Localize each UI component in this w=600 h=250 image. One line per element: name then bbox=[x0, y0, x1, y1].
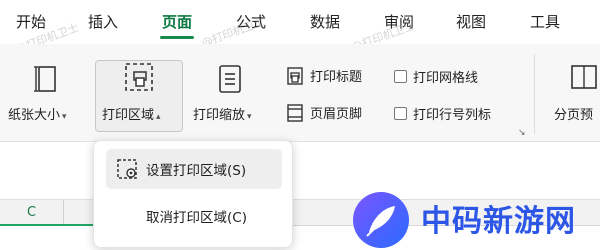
print-row-col-checkbox[interactable]: 打印行号列标 bbox=[394, 104, 491, 123]
print-scale-icon bbox=[219, 65, 241, 93]
print-area-dropdown-menu: 设置打印区域(S) 取消打印区域(C) bbox=[93, 140, 293, 248]
cancel-print-area-item[interactable]: 取消打印区域(C) bbox=[106, 196, 282, 236]
tab-page[interactable]: 页面 bbox=[162, 11, 192, 32]
print-scale-button[interactable]: 打印缩放 ▾ bbox=[188, 44, 276, 142]
chevron-up-icon: ▴ bbox=[156, 112, 161, 122]
header-footer-button[interactable]: 页眉页脚 bbox=[286, 103, 362, 122]
dialog-launcher-icon[interactable]: ↘ bbox=[518, 128, 526, 138]
cancel-print-area-label: 取消打印区域(C) bbox=[146, 210, 247, 226]
watermark-logo: 中码新游网 bbox=[353, 188, 600, 250]
set-print-area-icon bbox=[117, 159, 137, 179]
checkbox-box[interactable] bbox=[394, 70, 407, 83]
paper-size-label: 纸张大小 bbox=[8, 108, 61, 123]
tab-insert[interactable]: 插入 bbox=[88, 11, 118, 32]
page-break-preview-label: 分页预 bbox=[554, 108, 594, 123]
ribbon-tab-bar: 开始 插入 页面 公式 数据 审阅 视图 工具 @打印机卫士 @打印机卫士 @打… bbox=[0, 0, 600, 56]
feather-icon bbox=[366, 206, 395, 237]
active-tab-indicator bbox=[160, 36, 194, 39]
print-area-button[interactable]: 打印区域 ▴ bbox=[95, 44, 185, 142]
header-footer-label: 页眉页脚 bbox=[310, 107, 363, 122]
paper-size-icon bbox=[34, 66, 56, 92]
print-area-label: 打印区域 bbox=[102, 108, 155, 123]
print-title-label: 打印标题 bbox=[310, 70, 363, 85]
print-area-icon bbox=[125, 63, 153, 91]
chevron-down-icon: ▾ bbox=[247, 112, 252, 122]
column-header-c[interactable]: C bbox=[0, 200, 64, 226]
page-break-preview-icon bbox=[571, 65, 597, 89]
print-gridlines-label: 打印网格线 bbox=[413, 71, 479, 86]
tab-start[interactable]: 开始 bbox=[16, 11, 46, 32]
page-break-preview-button[interactable]: 分页预 bbox=[546, 44, 600, 142]
set-print-area-label: 设置打印区域(S) bbox=[146, 163, 247, 179]
checkbox-box[interactable] bbox=[394, 107, 407, 120]
print-scale-label: 打印缩放 bbox=[193, 108, 246, 123]
ribbon-group-divider bbox=[534, 54, 535, 134]
paper-size-button[interactable]: 纸张大小 ▾ bbox=[0, 44, 92, 142]
header-footer-icon bbox=[287, 103, 303, 122]
print-title-icon bbox=[287, 66, 303, 85]
print-row-col-label: 打印行号列标 bbox=[413, 108, 492, 123]
set-print-area-item[interactable]: 设置打印区域(S) bbox=[106, 149, 282, 189]
tab-view[interactable]: 视图 bbox=[456, 11, 486, 32]
print-gridlines-checkbox[interactable]: 打印网格线 bbox=[394, 67, 478, 86]
chevron-down-icon: ▾ bbox=[62, 112, 67, 122]
tab-tools[interactable]: 工具 bbox=[530, 11, 560, 32]
print-title-button[interactable]: 打印标题 bbox=[286, 66, 362, 85]
watermark-text: 中码新游网 bbox=[421, 204, 576, 239]
watermark-circle-icon bbox=[353, 192, 409, 248]
tab-data[interactable]: 数据 bbox=[310, 11, 340, 32]
